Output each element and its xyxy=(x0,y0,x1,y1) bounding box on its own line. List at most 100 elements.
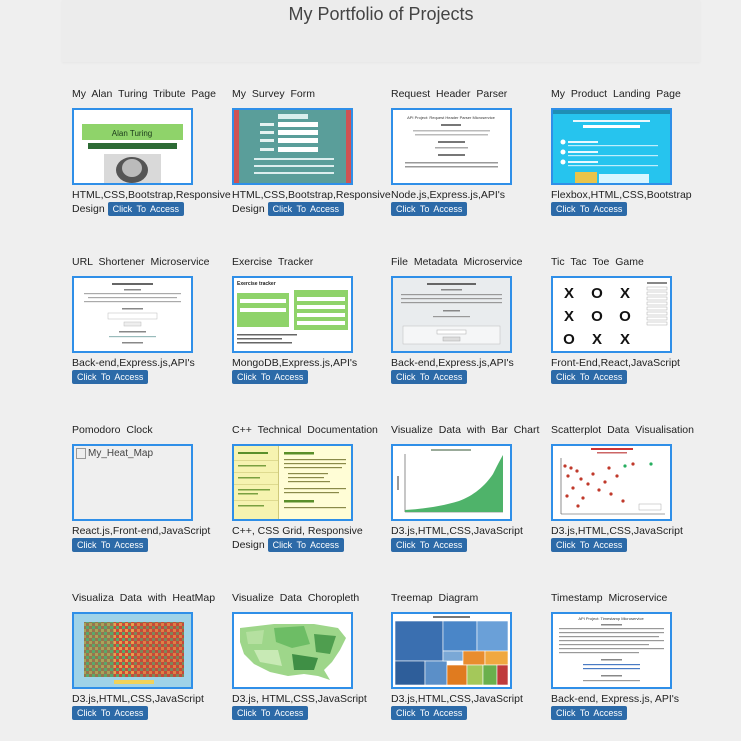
project-card-turing: My Alan Turing Tribute Page Alan Turing … xyxy=(72,87,231,217)
project-tags: D3.js,HTML,CSS,JavaScript Click To Acces… xyxy=(391,692,551,721)
project-title: Scatterplot Data Visualisation xyxy=(551,424,694,436)
access-button[interactable]: Click To Access xyxy=(391,706,468,721)
tags-text: Flexbox,HTML,CSS,Bootstrap xyxy=(551,189,692,201)
project-title: Visualiza Data with HeatMap xyxy=(72,592,216,604)
thumbnail-caption: Exercise tracker xyxy=(237,281,276,287)
board-cell: O xyxy=(591,308,603,325)
tags-text: D3.js,HTML,CSS,JavaScript xyxy=(72,693,204,705)
project-thumbnail[interactable]: API Project: Request Header Parser Micro… xyxy=(391,108,512,185)
access-button[interactable]: Click To Access xyxy=(267,538,344,553)
project-thumbnail[interactable] xyxy=(391,444,512,521)
project-tags: Node.js,Express.js,API's Click To Access xyxy=(391,188,551,217)
project-tags: HTML,CSS,Bootstrap,Responsive Design Cli… xyxy=(72,188,232,217)
project-thumbnail[interactable] xyxy=(391,276,512,353)
broken-image-icon xyxy=(76,448,86,459)
project-title: File Metadata Microservice xyxy=(391,256,523,268)
thumbnail-caption: API Project: Timestamp Microservice xyxy=(578,616,644,621)
project-title: Timestamp Microservice xyxy=(551,592,668,604)
thumbnail-heatmap xyxy=(74,614,191,687)
project-card-exercise: Exercise Tracker Exercise tracker MongoD… xyxy=(232,255,388,385)
project-tags: D3.js,HTML,CSS,JavaScript Click To Acces… xyxy=(551,524,711,553)
thumbnail-cpp-docs xyxy=(234,446,351,519)
project-title: My Product Landing Page xyxy=(551,88,681,100)
project-thumbnail[interactable] xyxy=(232,108,353,185)
project-card-cpp-docs: C++ Technical Documentation C++, CSS Gri… xyxy=(232,423,388,553)
project-card-header-parser: Request Header Parser API Project: Reque… xyxy=(391,87,547,217)
project-title: Request Header Parser xyxy=(391,88,508,100)
project-title: URL Shortener Microservice xyxy=(72,256,210,268)
access-button[interactable]: Click To Access xyxy=(551,202,628,217)
access-button[interactable]: Click To Access xyxy=(232,370,309,385)
project-card-bar-chart: Visualize Data with Bar Chart D3.js,HTML… xyxy=(391,423,547,553)
project-card-pomodoro: Pomodoro Clock My_Heat_Map React.js,Fron… xyxy=(72,423,228,553)
thumbnail-survey xyxy=(234,110,351,183)
project-title: Exercise Tracker xyxy=(232,256,314,268)
tags-text: D3.js,HTML,CSS,JavaScript xyxy=(551,525,683,537)
thumbnail-landing xyxy=(553,110,670,183)
project-title: My Alan Turing Tribute Page xyxy=(72,88,216,100)
project-card-landing: My Product Landing Page Flexbox,HTML,CSS… xyxy=(551,87,707,217)
thumbnail-header-parser: API Project: Request Header Parser Micro… xyxy=(393,110,510,183)
project-thumbnail[interactable] xyxy=(232,444,353,521)
thumbnail-turing: Alan Turing xyxy=(74,110,191,183)
thumbnail-exercise: Exercise tracker xyxy=(234,278,351,351)
tags-text: D3.js,HTML,CSS,JavaScript xyxy=(391,525,523,537)
project-thumbnail[interactable] xyxy=(72,276,193,353)
project-title: Treemap Diagram xyxy=(391,592,479,604)
board-cell: X xyxy=(620,331,630,348)
project-thumbnail[interactable] xyxy=(72,612,193,689)
thumbnail-file-metadata xyxy=(393,278,510,351)
access-button[interactable]: Click To Access xyxy=(391,370,468,385)
access-button[interactable]: Click To Access xyxy=(72,706,149,721)
project-title: C++ Technical Documentation xyxy=(232,424,378,436)
tags-text: MongoDB,Express.js,API's xyxy=(232,357,358,369)
access-button[interactable]: Click To Access xyxy=(391,202,468,217)
project-card-timestamp: Timestamp Microservice API Project: Time… xyxy=(551,591,707,721)
thumbnail-treemap xyxy=(393,614,510,687)
access-button[interactable]: Click To Access xyxy=(551,538,628,553)
project-tags: D3.js,HTML,CSS,JavaScript Click To Acces… xyxy=(391,524,551,553)
project-thumbnail[interactable]: Alan Turing xyxy=(72,108,193,185)
board-cell: O xyxy=(591,285,603,302)
project-card-choropleth: Visualize Data Choropleth D3.js, HTML,CS… xyxy=(232,591,388,721)
project-title: Visualize Data Choropleth xyxy=(232,592,360,604)
page-header: My Portfolio of Projects xyxy=(62,0,700,62)
access-button[interactable]: Click To Access xyxy=(72,538,149,553)
project-title: Tic Tac Toe Game xyxy=(551,256,644,268)
access-button[interactable]: Click To Access xyxy=(267,202,344,217)
project-thumbnail[interactable] xyxy=(551,108,672,185)
project-tags: D3.js,HTML,CSS,JavaScript Click To Acces… xyxy=(72,692,232,721)
project-thumbnail[interactable] xyxy=(391,612,512,689)
project-tags: MongoDB,Express.js,API's Click To Access xyxy=(232,356,392,385)
access-button[interactable]: Click To Access xyxy=(232,706,309,721)
project-thumbnail[interactable]: Exercise tracker xyxy=(232,276,353,353)
thumbnail-bar-chart xyxy=(393,446,510,519)
thumbnail-scatterplot xyxy=(553,446,670,519)
access-button[interactable]: Click To Access xyxy=(107,202,184,217)
board-cell: X xyxy=(592,331,602,348)
access-button[interactable]: Click To Access xyxy=(72,370,149,385)
project-card-survey: My Survey Form HTML,CSS,Bootstrap,Respon… xyxy=(232,87,391,217)
access-button[interactable]: Click To Access xyxy=(551,706,628,721)
project-thumbnail[interactable] xyxy=(551,444,672,521)
project-tags: D3.js, HTML,CSS,JavaScript Click To Acce… xyxy=(232,692,392,721)
tags-text: Back-end, Express.js, API's xyxy=(551,693,680,705)
project-tags: React.js,Front-end,JavaScript Click To A… xyxy=(72,524,232,553)
board-cell: O xyxy=(563,331,575,348)
thumbnail-url-shortener xyxy=(74,278,191,351)
access-button[interactable]: Click To Access xyxy=(391,538,468,553)
project-thumbnail[interactable]: X O X X O O O X X xyxy=(551,276,672,353)
tags-text: D3.js, HTML,CSS,JavaScript xyxy=(232,693,367,705)
project-card-file-metadata: File Metadata Microservice Back-end,Expr… xyxy=(391,255,547,385)
image-alt-text: My_Heat_Map xyxy=(88,448,154,459)
project-card-scatterplot: Scatterplot Data Visualisation D3.js,HTM… xyxy=(551,423,707,553)
project-thumbnail[interactable] xyxy=(232,612,353,689)
project-tags: Back-end,Express.js,API's Click To Acces… xyxy=(72,356,232,385)
tags-text: Back-end,Express.js,API's xyxy=(391,357,514,369)
project-card-heatmap: Visualiza Data with HeatMap D3.js,HTML,C… xyxy=(72,591,228,721)
thumbnail-timestamp: API Project: Timestamp Microservice xyxy=(553,614,670,687)
project-thumbnail[interactable]: API Project: Timestamp Microservice xyxy=(551,612,672,689)
project-thumbnail[interactable]: My_Heat_Map xyxy=(72,444,193,521)
board-cell: O xyxy=(619,308,631,325)
access-button[interactable]: Click To Access xyxy=(551,370,628,385)
